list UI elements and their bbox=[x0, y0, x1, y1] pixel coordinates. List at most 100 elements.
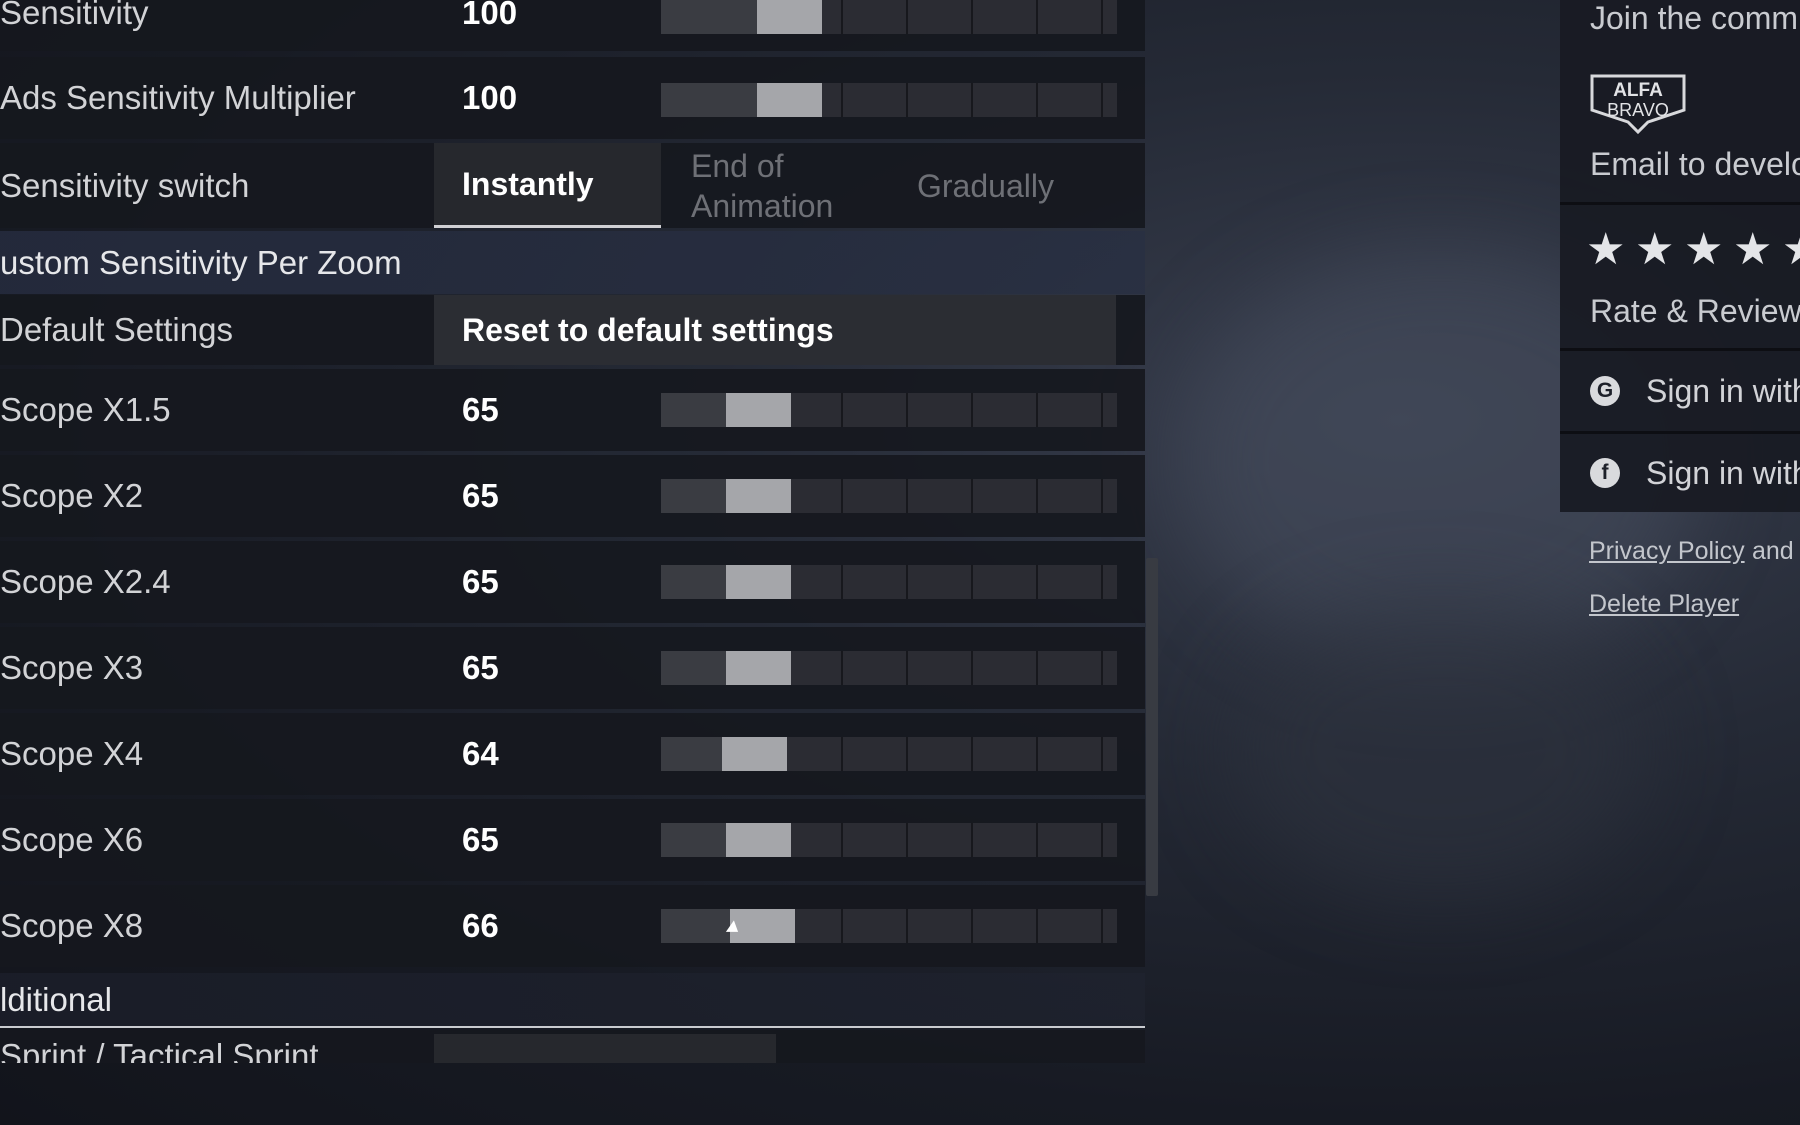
ads-sensitivity-label: Ads Sensitivity Multiplier bbox=[0, 79, 356, 116]
custom-sensitivity-section-header: ustom Sensitivity Per Zoom bbox=[0, 231, 1145, 294]
sensitivity-value: 100 bbox=[462, 0, 518, 31]
google-signin-button[interactable]: G Sign in with bbox=[1560, 352, 1800, 430]
scope-label: Scope X4 bbox=[0, 735, 144, 772]
privacy-policy-link[interactable]: Privacy Policy bbox=[1589, 537, 1745, 566]
google-signin-label: Sign in with bbox=[1646, 372, 1800, 409]
reset-default-button[interactable]: Reset to default settings bbox=[434, 295, 1116, 365]
scope-value: 65 bbox=[462, 477, 499, 514]
settings-scrollbar[interactable] bbox=[1146, 558, 1158, 896]
sprint-option[interactable] bbox=[434, 1034, 776, 1063]
slider-tick bbox=[841, 823, 843, 857]
slider-thumb[interactable] bbox=[757, 0, 822, 34]
scope-slider[interactable] bbox=[661, 737, 1117, 771]
slider-tick bbox=[1101, 909, 1103, 943]
scope-value: 65 bbox=[462, 563, 499, 600]
scope-label: Scope X3 bbox=[0, 649, 144, 686]
slider-tick bbox=[971, 0, 973, 34]
slider-tick bbox=[971, 479, 973, 513]
slider-fill bbox=[661, 393, 726, 427]
slider-tick bbox=[841, 0, 843, 34]
slider-tick bbox=[1101, 0, 1103, 34]
star-icon[interactable]: ★ bbox=[1733, 224, 1772, 275]
slider-fill bbox=[661, 823, 726, 857]
community-link[interactable]: Join the comm bbox=[1590, 0, 1798, 37]
slider-tick bbox=[906, 651, 908, 685]
slider-fill bbox=[661, 83, 757, 117]
slider-tick bbox=[906, 479, 908, 513]
switch-option-gradually[interactable]: Gradually bbox=[889, 143, 1117, 228]
slider-tick bbox=[1101, 823, 1103, 857]
scope-label: Scope X2.4 bbox=[0, 563, 171, 600]
and-text: and bbox=[1752, 537, 1794, 565]
slider-tick bbox=[971, 83, 973, 117]
scope-row: Scope X2.4 65 bbox=[0, 541, 1145, 623]
slider-tick bbox=[971, 737, 973, 771]
google-icon: G bbox=[1590, 376, 1620, 406]
slider-thumb[interactable] bbox=[726, 823, 791, 857]
sidebar-divider bbox=[1560, 202, 1800, 205]
slider-tick bbox=[906, 737, 908, 771]
slider-thumb[interactable] bbox=[726, 565, 791, 599]
scope-slider[interactable] bbox=[661, 651, 1117, 685]
sprint-label: Sprint / Tactical Sprint bbox=[0, 1037, 319, 1063]
slider-tick bbox=[841, 393, 843, 427]
slider-tick bbox=[971, 565, 973, 599]
ads-sensitivity-slider[interactable] bbox=[661, 83, 1117, 117]
delete-player-link[interactable]: Delete Player bbox=[1589, 590, 1739, 619]
background-blur-2 bbox=[1230, 600, 1650, 900]
facebook-signin-button[interactable]: f Sign in with bbox=[1560, 434, 1800, 512]
switch-option-instantly[interactable]: Instantly bbox=[434, 143, 661, 228]
facebook-signin-label: Sign in with bbox=[1646, 454, 1800, 491]
slider-tick bbox=[841, 651, 843, 685]
slider-fill bbox=[661, 909, 730, 943]
scope-slider[interactable] bbox=[661, 393, 1117, 427]
slider-tick bbox=[841, 479, 843, 513]
svg-text:ALFA: ALFA bbox=[1613, 80, 1663, 101]
slider-tick bbox=[1101, 737, 1103, 771]
slider-tick bbox=[1101, 479, 1103, 513]
sensitivity-row: Sensitivity 100 bbox=[0, 0, 1145, 51]
rate-review-link[interactable]: Rate & Review bbox=[1590, 293, 1800, 330]
slider-tick bbox=[841, 565, 843, 599]
slider-thumb[interactable] bbox=[726, 393, 791, 427]
star-icon[interactable]: ★ bbox=[1684, 224, 1723, 275]
scope-value: 65 bbox=[462, 821, 499, 858]
slider-tick bbox=[971, 909, 973, 943]
sensitivity-label: Sensitivity bbox=[0, 0, 149, 31]
scope-row: Scope X4 64 bbox=[0, 713, 1145, 795]
account-sidebar: Join the comm ALFA BRAVO Email to develo… bbox=[1560, 0, 1800, 512]
star-icon[interactable]: ★ bbox=[1586, 224, 1625, 275]
ads-sensitivity-value: 100 bbox=[462, 79, 518, 116]
scope-label: Scope X2 bbox=[0, 477, 144, 514]
slider-tick bbox=[971, 393, 973, 427]
sensitivity-slider[interactable] bbox=[661, 0, 1117, 34]
slider-tick bbox=[1036, 0, 1038, 34]
star-icon[interactable]: ★ bbox=[1782, 224, 1800, 275]
slider-tick bbox=[1036, 909, 1038, 943]
slider-thumb[interactable] bbox=[757, 83, 822, 117]
scope-slider[interactable] bbox=[661, 479, 1117, 513]
slider-tick bbox=[906, 909, 908, 943]
slider-thumb[interactable] bbox=[726, 651, 791, 685]
slider-tick bbox=[906, 823, 908, 857]
slider-thumb[interactable] bbox=[726, 479, 791, 513]
scope-label: Scope X8 bbox=[0, 907, 144, 944]
svg-text:BRAVO: BRAVO bbox=[1607, 100, 1669, 120]
scope-slider[interactable] bbox=[661, 565, 1117, 599]
slider-tick bbox=[1101, 393, 1103, 427]
slider-tick bbox=[841, 737, 843, 771]
sprint-row: Sprint / Tactical Sprint bbox=[0, 1030, 1145, 1063]
email-developer-link[interactable]: Email to develo bbox=[1590, 146, 1800, 183]
star-icon[interactable]: ★ bbox=[1635, 224, 1674, 275]
scope-row: Scope X3 65 bbox=[0, 627, 1145, 709]
facebook-icon: f bbox=[1590, 458, 1620, 488]
slider-tick bbox=[971, 823, 973, 857]
switch-option-end-of-animation[interactable]: End of Animation bbox=[663, 143, 889, 228]
scope-row: Scope X8 66 bbox=[0, 885, 1145, 967]
scope-slider[interactable] bbox=[661, 823, 1117, 857]
slider-thumb[interactable] bbox=[722, 737, 787, 771]
default-settings-label: Default Settings bbox=[0, 311, 233, 348]
slider-tick bbox=[1101, 565, 1103, 599]
scope-value: 65 bbox=[462, 649, 499, 686]
slider-tick bbox=[1036, 393, 1038, 427]
